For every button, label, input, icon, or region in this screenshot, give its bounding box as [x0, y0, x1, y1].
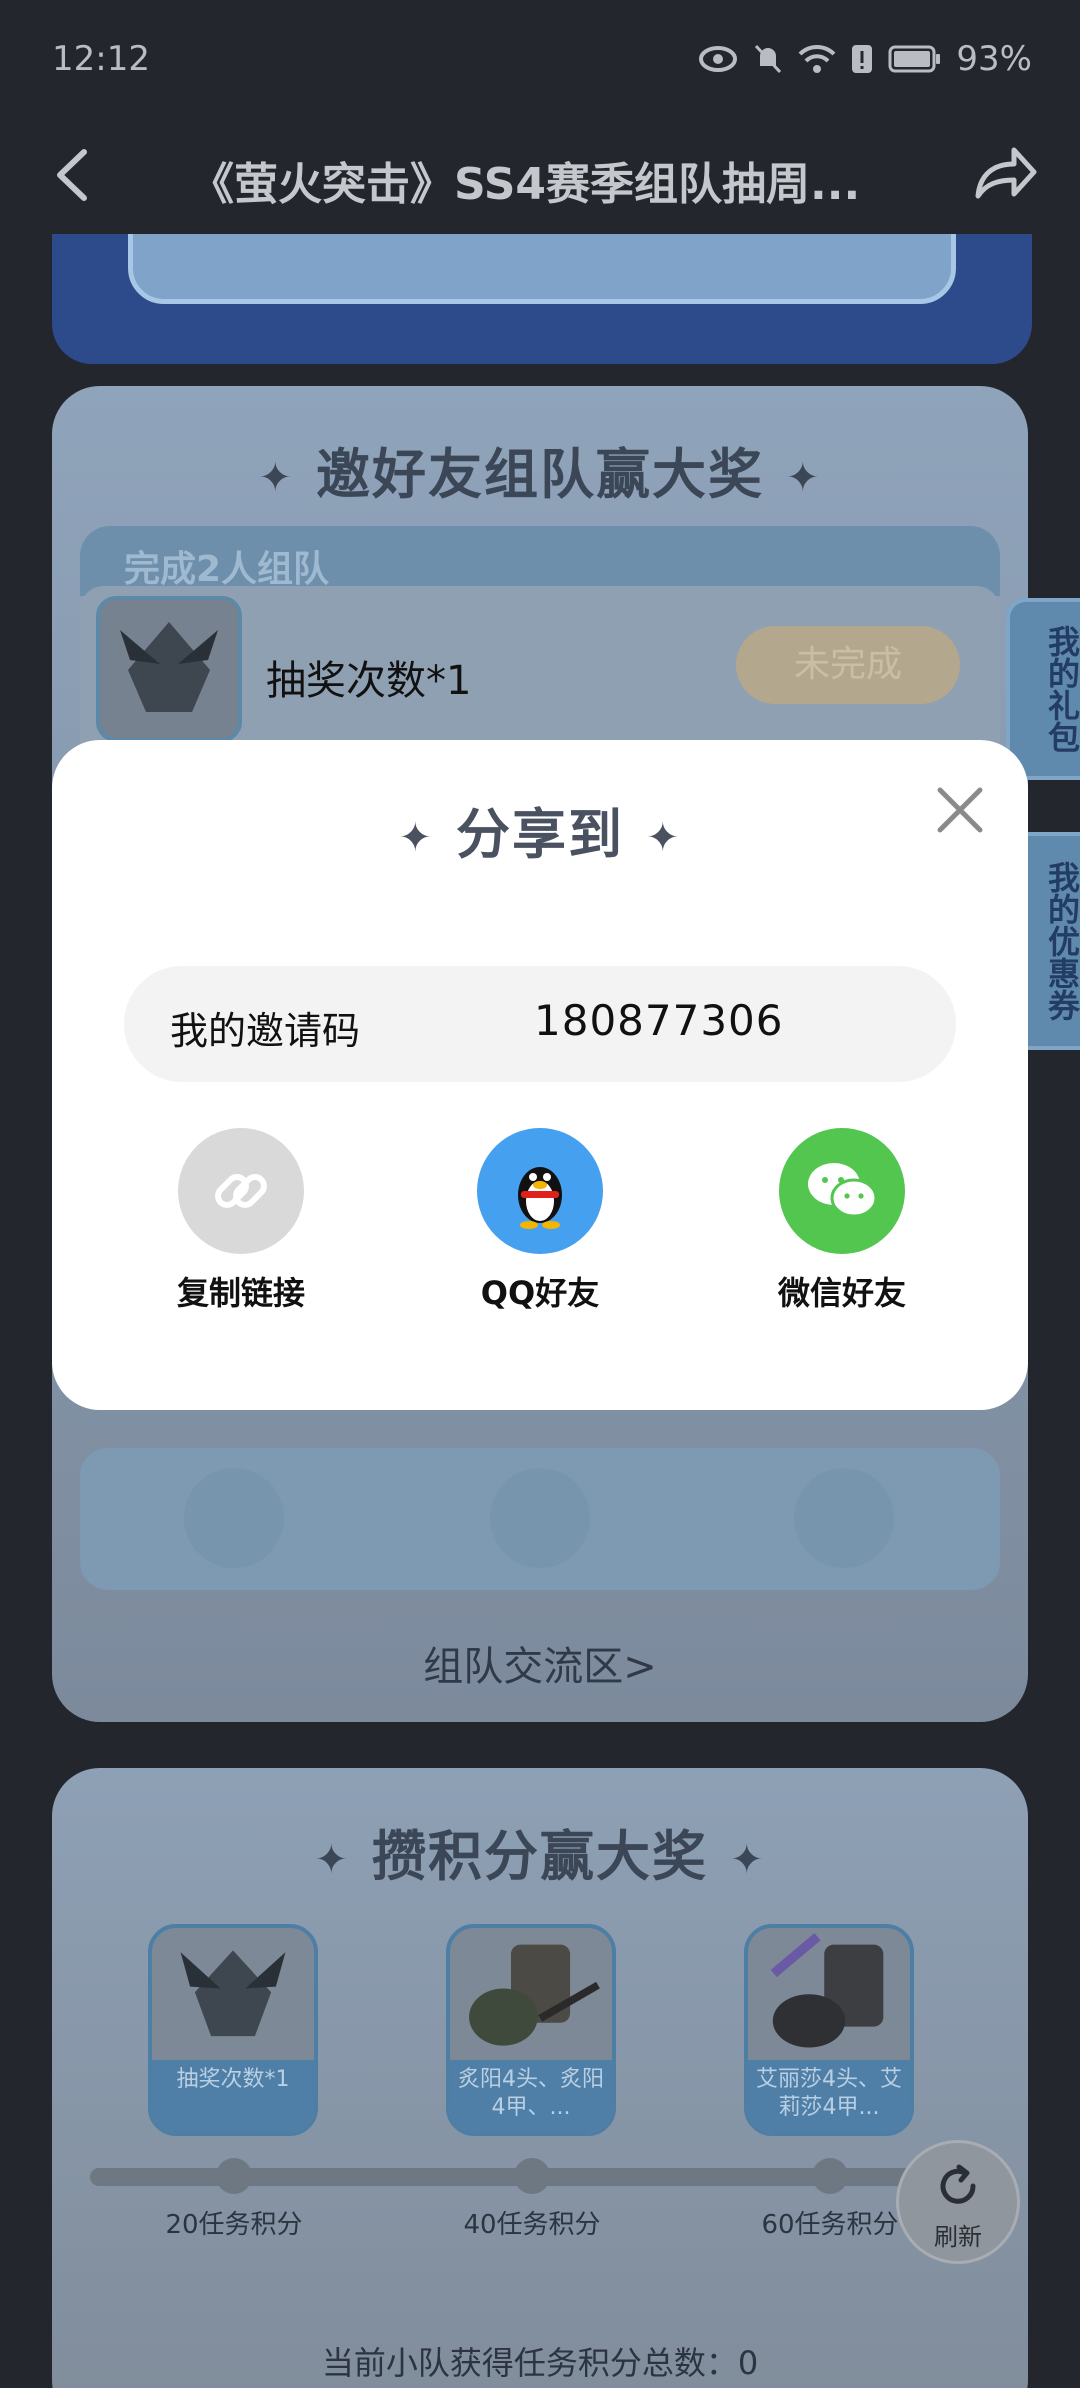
back-arrow-icon[interactable]: [46, 142, 106, 208]
battery-icon: [888, 45, 941, 73]
status-bar: 12:12 93%: [0, 0, 1080, 118]
share-modal-title: ✦ 分享到 ✦: [52, 790, 1028, 869]
wifi-icon: [799, 44, 836, 73]
share-icon[interactable]: [970, 138, 1040, 208]
battery-percent: 93%: [956, 39, 1032, 79]
link-icon: [178, 1128, 304, 1254]
status-time: 12:12: [52, 39, 150, 79]
qq-penguin-icon: [477, 1128, 603, 1254]
bell-muted-icon: [755, 44, 782, 74]
invite-code-label: 我的邀请码: [170, 1009, 361, 1053]
wechat-friend-option[interactable]: 微信好友: [742, 1128, 942, 1314]
sparkle-icon: ✦: [398, 815, 434, 862]
sim-alert-icon: [852, 45, 873, 73]
copy-link-option[interactable]: 复制链接: [141, 1128, 341, 1314]
share-modal-title-text: 分享到: [456, 803, 624, 866]
copy-link-label: 复制链接: [176, 1274, 305, 1312]
sparkle-icon: ✦: [646, 815, 682, 862]
wechat-friend-label: 微信好友: [777, 1274, 906, 1312]
qq-friend-option[interactable]: QQ好友: [440, 1128, 640, 1314]
nav-bar: 《萤火突击》SS4赛季组队抽周...: [0, 118, 1080, 234]
page-title: 《萤火突击》SS4赛季组队抽周...: [190, 159, 861, 210]
qq-friend-label: QQ好友: [480, 1274, 600, 1312]
invite-code-box: 我的邀请码 180877306: [124, 966, 956, 1082]
status-icons: 93%: [698, 39, 1032, 79]
wechat-icon: [779, 1128, 905, 1254]
close-icon[interactable]: [934, 784, 986, 836]
invite-code-value[interactable]: 180877306: [534, 996, 784, 1045]
share-modal: ✦ 分享到 ✦ 我的邀请码 180877306 复制链接 QQ好友 微信好友: [52, 740, 1028, 1410]
eye-icon: [699, 46, 738, 72]
